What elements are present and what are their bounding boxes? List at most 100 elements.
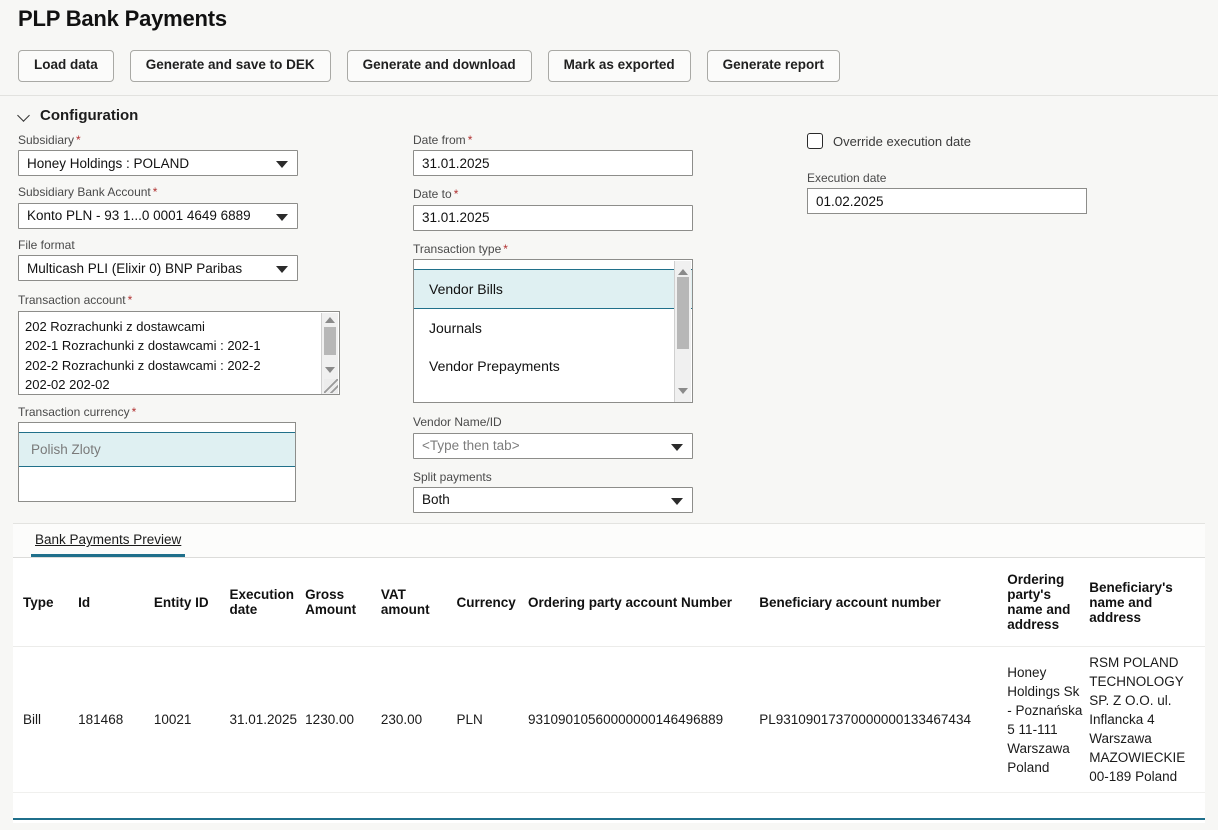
subsidiary-bank-account-label: Subsidiary Bank Account* — [18, 185, 308, 199]
resize-grip-icon[interactable] — [324, 379, 338, 393]
chevron-down-icon[interactable] — [18, 109, 31, 122]
subsidiary-field: Subsidiary* Honey Holdings : POLAND — [18, 133, 308, 176]
date-to-input[interactable]: 31.01.2025 — [413, 205, 693, 231]
required-marker: * — [128, 293, 133, 307]
split-payments-label: Split payments — [413, 470, 693, 484]
subsidiary-select[interactable]: Honey Holdings : POLAND — [18, 150, 298, 176]
column-header-ordering-party-name[interactable]: Ordering party's name and address — [1007, 558, 1089, 647]
subsidiary-bank-account-value: Konto PLN - 93 1...0 0001 4649 6889 — [27, 208, 251, 223]
chevron-down-icon[interactable] — [671, 498, 683, 505]
vendor-name-id-label: Vendor Name/ID — [413, 415, 693, 429]
app-root: PLP Bank Payments Load data Generate and… — [0, 0, 1218, 830]
subsidiary-value: Honey Holdings : POLAND — [27, 156, 189, 171]
mark-exported-button[interactable]: Mark as exported — [548, 50, 691, 82]
column-header-ordering-party-account[interactable]: Ordering party account Number — [528, 558, 759, 647]
file-format-select[interactable]: Multicash PLI (Elixir 0) BNP Paribas — [18, 255, 298, 281]
multiselect-top-blank — [19, 423, 295, 433]
column-header-gross-amount[interactable]: Gross Amount — [305, 558, 381, 647]
column-header-vat-amount[interactable]: VAT amount — [381, 558, 457, 647]
config-column-left: Subsidiary* Honey Holdings : POLAND Subs… — [18, 133, 308, 511]
cell-currency: PLN — [457, 647, 528, 793]
split-payments-value: Both — [422, 492, 450, 507]
configuration-title: Configuration — [40, 107, 138, 124]
list-item[interactable]: 202-2 Rozrachunki z dostawcami : 202-2 — [25, 356, 339, 376]
listbox-top-blank — [414, 260, 692, 270]
chevron-down-icon[interactable] — [276, 266, 288, 273]
load-data-button[interactable]: Load data — [18, 50, 114, 82]
override-execution-date-checkbox[interactable] — [807, 133, 823, 149]
transaction-type-option[interactable]: Vendor Prepayments — [414, 347, 692, 385]
cell-gross-amount: 1230.00 — [305, 647, 381, 793]
override-execution-date-row[interactable]: Override execution date — [807, 133, 1097, 149]
scrollbar-thumb[interactable] — [324, 327, 336, 355]
transaction-type-label: Transaction type* — [413, 242, 693, 256]
cell-type: Bill — [13, 647, 78, 793]
toolbar: Load data Generate and save to DEK Gener… — [18, 50, 840, 82]
transaction-currency-selected-option[interactable]: Polish Zloty — [19, 433, 295, 467]
column-header-currency[interactable]: Currency — [457, 558, 528, 647]
date-to-label: Date to* — [413, 187, 693, 201]
cell-id: 181468 — [78, 647, 154, 793]
split-payments-select[interactable]: Both — [413, 487, 693, 513]
date-to-field: Date to* 31.01.2025 — [413, 187, 693, 230]
subsidiary-bank-account-select[interactable]: Konto PLN - 93 1...0 0001 4649 6889 — [18, 203, 298, 229]
configuration-section-header[interactable]: Configuration — [18, 107, 138, 124]
scroll-up-icon[interactable] — [325, 317, 335, 323]
cell-beneficiary-name: RSM POLAND TECHNOLOGY SP. Z O.O. ul. Inf… — [1089, 647, 1205, 793]
transaction-type-listbox[interactable]: Vendor Bills Journals Vendor Prepayments — [413, 259, 693, 403]
list-item[interactable]: 202-02 202-02 — [25, 375, 339, 395]
column-header-entity-id[interactable]: Entity ID — [154, 558, 230, 647]
date-from-input[interactable]: 31.01.2025 — [413, 150, 693, 176]
vendor-name-id-placeholder: <Type then tab> — [422, 438, 520, 453]
table-header: Type Id Entity ID Execution date Gross A… — [13, 558, 1205, 647]
required-marker: * — [503, 242, 508, 256]
transaction-account-label: Transaction account* — [18, 293, 308, 307]
chevron-down-icon[interactable] — [671, 444, 683, 451]
generate-save-dek-button[interactable]: Generate and save to DEK — [130, 50, 331, 82]
required-marker: * — [132, 405, 137, 419]
transaction-currency-multiselect[interactable]: Polish Zloty — [18, 422, 296, 502]
execution-date-value: 01.02.2025 — [816, 194, 884, 209]
vendor-name-id-select[interactable]: <Type then tab> — [413, 433, 693, 459]
execution-date-input[interactable]: 01.02.2025 — [807, 188, 1087, 214]
column-header-type[interactable]: Type — [13, 558, 78, 647]
cell-vat-amount: 230.00 — [381, 647, 457, 793]
generate-download-button[interactable]: Generate and download — [347, 50, 532, 82]
config-column-middle: Date from* 31.01.2025 Date to* 31.01.202… — [413, 133, 693, 522]
scroll-up-icon[interactable] — [678, 269, 688, 275]
table-body: Bill 181468 10021 31.01.2025 1230.00 230… — [13, 647, 1205, 793]
execution-date-label: Execution date — [807, 171, 1097, 185]
transaction-type-option-selected[interactable]: Vendor Bills — [414, 270, 692, 309]
panel-bottom-rule — [13, 818, 1205, 820]
chevron-down-icon[interactable] — [276, 214, 288, 221]
column-header-beneficiary-name[interactable]: Beneficiary's name and address — [1089, 558, 1205, 647]
list-item[interactable]: 202 Rozrachunki z dostawcami — [25, 317, 339, 337]
preview-panel: Bank Payments Preview Type Id Entity ID … — [13, 523, 1205, 823]
required-marker: * — [153, 185, 158, 199]
transaction-account-listbox[interactable]: 202 Rozrachunki z dostawcami 202-1 Rozra… — [18, 311, 340, 395]
chevron-down-icon[interactable] — [276, 161, 288, 168]
transaction-type-field: Transaction type* Vendor Bills Journals … — [413, 242, 693, 403]
scroll-down-icon[interactable] — [325, 367, 335, 373]
override-execution-date-label: Override execution date — [833, 134, 971, 149]
list-item[interactable]: 202-1 Rozrachunki z dostawcami : 202-1 — [25, 336, 339, 356]
cell-ordering-party-name: Honey Holdings Sk - Poznańska 5 11-111 W… — [1007, 647, 1089, 793]
table-row[interactable]: Bill 181468 10021 31.01.2025 1230.00 230… — [13, 647, 1205, 793]
column-header-beneficiary-account[interactable]: Beneficiary account number — [759, 558, 1007, 647]
split-payments-field: Split payments Both — [413, 470, 693, 513]
tab-bank-payments-preview[interactable]: Bank Payments Preview — [31, 529, 185, 557]
scrollbar-thumb[interactable] — [677, 277, 689, 349]
required-marker: * — [76, 133, 81, 147]
transaction-type-option[interactable]: Journals — [414, 309, 692, 347]
column-header-execution-date[interactable]: Execution date — [230, 558, 306, 647]
required-marker: * — [454, 187, 459, 201]
transaction-type-scrollbar[interactable] — [674, 261, 691, 403]
execution-date-field: Execution date 01.02.2025 — [807, 171, 1097, 214]
generate-report-button[interactable]: Generate report — [707, 50, 840, 82]
scroll-down-icon[interactable] — [678, 388, 688, 394]
file-format-field: File format Multicash PLI (Elixir 0) BNP… — [18, 238, 308, 281]
page-title: PLP Bank Payments — [18, 6, 227, 32]
cell-beneficiary-account: PL93109017370000000133467434 — [759, 647, 1007, 793]
vendor-name-id-field: Vendor Name/ID <Type then tab> — [413, 415, 693, 458]
column-header-id[interactable]: Id — [78, 558, 154, 647]
